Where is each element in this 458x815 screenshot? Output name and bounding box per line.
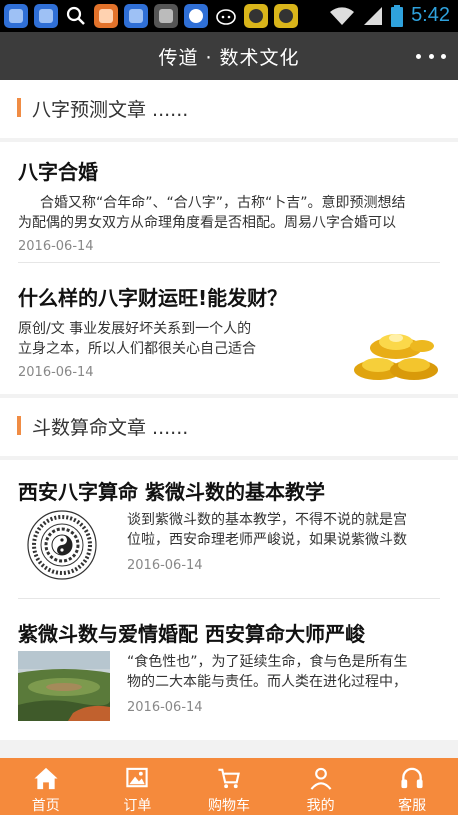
more-dot-icon	[428, 53, 434, 59]
article-summary-line: 物的二大本能与责任。而人类在进化过程中，	[127, 674, 407, 690]
app-notification-icon	[274, 4, 298, 28]
tab-label: 购物车	[207, 798, 250, 814]
app-notification-icon	[154, 4, 178, 28]
landscape-thumbnail[interactable]	[18, 651, 110, 721]
bottom-tab-bar: 首页 订单 购物车 我的 客服	[0, 758, 458, 815]
tab-label: 首页	[31, 798, 60, 814]
article-date: 2016-06-14	[18, 239, 94, 254]
section-header-bazi[interactable]: 八字预测文章 ......	[0, 80, 458, 138]
article-title: 八字合婚	[18, 160, 98, 184]
tab-service[interactable]: 客服	[366, 758, 458, 815]
app-notification-icon	[244, 4, 268, 28]
page-title: 传道 · 数术文化	[158, 47, 300, 69]
article-summary-line: “食色性也”，为了延续生命，食与色是所有生	[127, 654, 408, 670]
more-dot-icon	[416, 53, 421, 59]
wifi-icon	[330, 6, 355, 25]
article-date: 2016-06-14	[127, 700, 203, 715]
section-title: 八字预测文章 ......	[32, 99, 189, 121]
tab-orders[interactable]: 订单	[92, 758, 184, 815]
divider	[18, 262, 440, 263]
divider	[18, 598, 440, 599]
battery-icon	[391, 4, 404, 27]
image-icon	[126, 767, 149, 788]
article-item[interactable]: 紫微斗数与爱情婚配 西安算命大师严峻	[18, 618, 440, 647]
cart-icon	[218, 768, 240, 789]
tab-home[interactable]: 首页	[0, 758, 92, 815]
status-time: 5:42	[411, 4, 450, 26]
app-notification-icon	[34, 4, 58, 28]
home-icon	[34, 767, 58, 790]
section-accent-bar	[17, 98, 21, 117]
gold-ingot-thumbnail[interactable]	[348, 312, 440, 386]
bagua-chart-thumbnail[interactable]	[18, 508, 110, 582]
article-item[interactable]: 八字合婚 合婚又称“合年命”、“合八字”，古称“卜吉”。意即预测想结 为配偶的男…	[18, 156, 440, 254]
baidu-icon	[184, 4, 208, 28]
headset-icon	[401, 767, 423, 789]
article-summary: “食色性也”，为了延续生命，食与色是所有生 物的二大本能与责任。而人类在进化过程…	[127, 652, 442, 715]
article-summary: 谈到紫微斗数的基本教学，不得不说的就是宫 位啦，西安命理老师严峻说，如果说紫微斗…	[127, 510, 442, 573]
app-notification-icon	[124, 4, 148, 28]
article-item[interactable]: 西安八字算命 紫微斗数的基本教学	[18, 476, 440, 505]
tab-label: 客服	[398, 798, 427, 814]
section-header-doushu[interactable]: 斗数算命文章 ......	[0, 398, 458, 456]
more-dot-icon	[441, 53, 446, 59]
article-summary-line: 谈到紫微斗数的基本教学，不得不说的就是宫	[127, 512, 407, 528]
section-title: 斗数算命文章 ......	[32, 417, 189, 439]
more-options-button[interactable]	[416, 42, 446, 70]
article-summary-line: 位啦，西安命理老师严峻说，如果说紫微斗数	[127, 532, 407, 548]
tab-label: 我的	[306, 798, 335, 814]
tab-cart[interactable]: 购物车	[183, 758, 275, 815]
article-summary-line: 为配偶的男女双方从命理角度看是否相配。周易八字合婚可以	[18, 215, 396, 231]
article-summary-line: 合婚又称“合年命”、“合八字”，古称“卜吉”。意即预测想结	[40, 195, 406, 211]
signal-icon	[364, 6, 383, 25]
article-title: 什么样的八字财运旺!能发财？	[18, 286, 288, 310]
section-accent-bar	[17, 416, 21, 435]
article-title: 西安八字算命 紫微斗数的基本教学	[18, 480, 325, 504]
app-header: 传道 · 数术文化	[0, 32, 458, 80]
cat-icon	[214, 4, 238, 28]
tab-mine[interactable]: 我的	[275, 758, 367, 815]
app-notification-icon	[4, 4, 28, 28]
article-title: 紫微斗数与爱情婚配 西安算命大师严峻	[18, 622, 365, 646]
search-icon	[64, 4, 88, 28]
user-icon	[310, 767, 332, 790]
app-notification-icon	[94, 4, 118, 28]
article-date: 2016-06-14	[127, 558, 203, 573]
status-bar: 5:42	[0, 0, 458, 32]
notification-icons	[4, 4, 298, 28]
tab-label: 订单	[123, 798, 152, 814]
